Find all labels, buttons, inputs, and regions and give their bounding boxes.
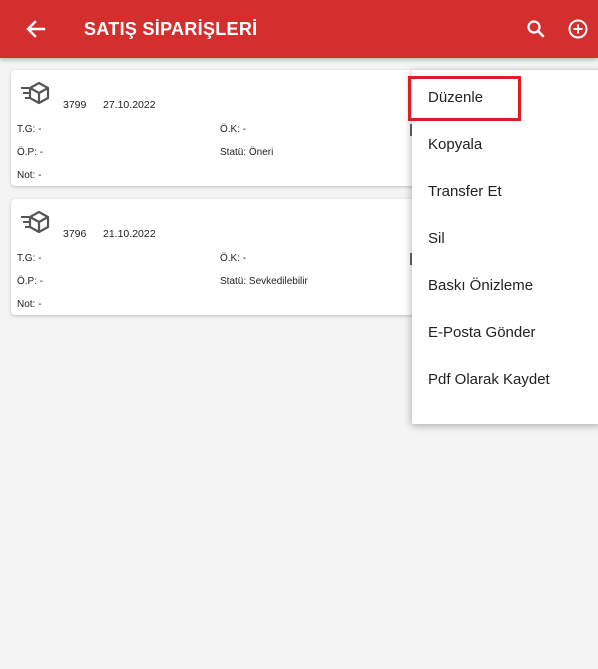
order-ok: Ö.K: - [220, 124, 247, 135]
menu-item-save-pdf[interactable]: Pdf Olarak Kaydet [412, 357, 598, 403]
search-icon[interactable] [524, 17, 548, 41]
arrow-left-icon[interactable] [22, 15, 50, 43]
order-status: Statü: Öneri [220, 147, 274, 158]
menu-item-label: Düzenle [428, 89, 484, 106]
context-menu: Düzenle Kopyala Transfer Et Sil Baskı Ön… [412, 70, 598, 424]
order-box-icon [17, 209, 57, 237]
menu-item-copy[interactable]: Kopyala [412, 122, 598, 168]
order-op: Ö.P: - [17, 147, 44, 158]
menu-item-label: Transfer Et [428, 183, 502, 200]
order-date: 21.10.2022 [103, 228, 156, 240]
order-note: Not: - [17, 299, 42, 310]
order-note: Not: - [17, 170, 42, 181]
order-date: 27.10.2022 [103, 99, 156, 111]
order-number: 3799 [63, 99, 87, 111]
order-number: 3796 [63, 228, 87, 240]
order-box-icon [17, 80, 57, 108]
menu-item-edit[interactable]: Düzenle [412, 75, 598, 121]
menu-item-print-preview[interactable]: Baskı Önizleme [412, 263, 598, 309]
order-tg: T.G: - [17, 253, 42, 264]
order-status: Statü: Sevkedilebilir [220, 276, 308, 287]
order-tg: T.G: - [17, 124, 42, 135]
order-ok: Ö.K: - [220, 253, 247, 264]
order-op: Ö.P: - [17, 276, 44, 287]
menu-item-label: E-Posta Gönder [428, 324, 536, 341]
menu-item-label: Sil [428, 230, 445, 247]
add-circle-icon[interactable] [566, 17, 590, 41]
menu-item-label: Baskı Önizleme [428, 277, 534, 294]
menu-item-transfer[interactable]: Transfer Et [412, 169, 598, 215]
menu-item-delete[interactable]: Sil [412, 216, 598, 262]
menu-item-label: Kopyala [428, 136, 483, 153]
app-bar: SATIŞ SİPARİŞLERİ [0, 0, 598, 58]
menu-item-send-email[interactable]: E-Posta Gönder [412, 310, 598, 356]
page-title: SATIŞ SİPARİŞLERİ [84, 19, 258, 39]
menu-item-label: Pdf Olarak Kaydet [428, 371, 550, 388]
